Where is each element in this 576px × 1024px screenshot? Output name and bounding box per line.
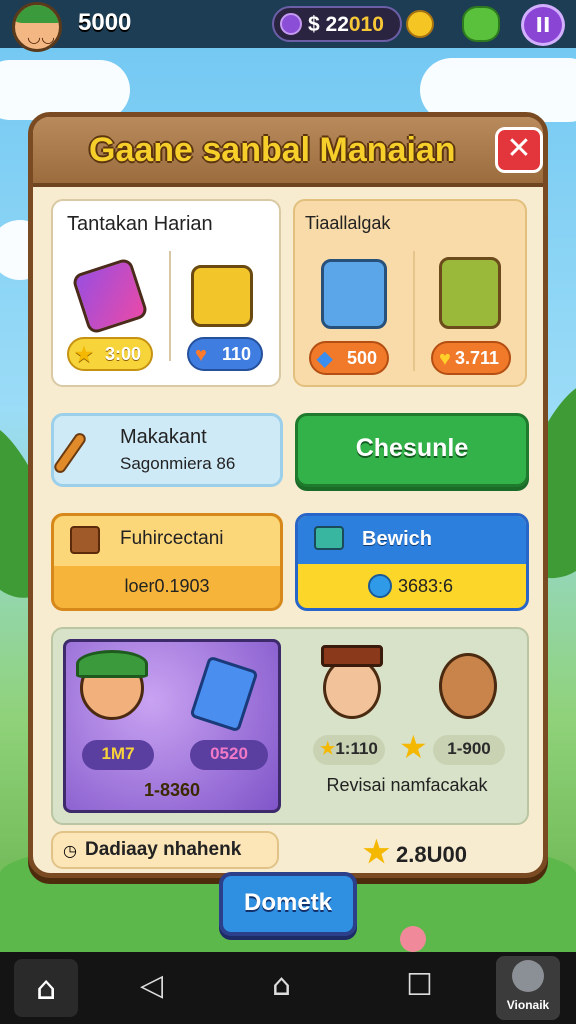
box-icon: [70, 526, 100, 554]
stat-pill: ★1:110: [313, 735, 385, 765]
home-nav-icon[interactable]: ⌂: [272, 968, 291, 1004]
cash-suffix: 010: [348, 13, 384, 36]
cash-prefix: $ 22: [308, 13, 349, 36]
character-caption: Revisai namfacakak: [326, 775, 488, 795]
fund-card[interactable]: Fuhircectani loer0.1903: [51, 513, 283, 611]
navigation-bar: ⌂ ◁ ⌂ ☐ Vionaik: [0, 952, 576, 1024]
star-icon: ★: [320, 739, 336, 758]
characters-panel: 1M7 0520 1-8360 ★1:110 1-900 ★ Revisai n…: [51, 627, 529, 825]
backpack-icon[interactable]: [321, 259, 387, 329]
star-total-value: 2.8U00: [396, 842, 467, 867]
dialog-header: Gaane sanbal Manaian ✕: [33, 117, 543, 187]
bewich-card-value: 3683:6: [398, 576, 454, 596]
search-card-subtitle: Sagonmiera 86: [120, 454, 236, 473]
divider: [413, 251, 415, 371]
price-value: 3.711: [454, 348, 499, 368]
bundle-offer-title: Tiaallalgak: [305, 213, 391, 233]
clock-icon: ◷: [63, 841, 77, 860]
stat-value: 1M7: [101, 744, 135, 763]
character-card-right[interactable]: ★1:110 1-900 ★ Revisai namfacakak: [293, 639, 521, 813]
dialog-title: Gaane sanbal Manaian: [89, 131, 456, 169]
character-card-left[interactable]: 1M7 0520 1-8360: [63, 639, 281, 813]
daily-reminder[interactable]: ◷ Dadiaay nhahenk: [51, 831, 279, 869]
check-button[interactable]: Chesunle: [295, 413, 529, 487]
star-icon: ★: [363, 836, 390, 869]
price-pill[interactable]: ♥ 110: [187, 337, 263, 371]
gem-icon: ◆: [317, 348, 333, 370]
app-shortcut-label: Vionaik: [506, 998, 550, 1012]
chest-icon[interactable]: [191, 265, 253, 327]
player-avatar[interactable]: ◡◡: [12, 2, 62, 52]
price-value: 500: [346, 348, 377, 368]
stat-value: 1-900: [447, 739, 491, 758]
gem-icon[interactable]: [462, 6, 500, 42]
home-icon[interactable]: ⌂: [14, 959, 78, 1017]
divider: [169, 251, 171, 361]
gift-icon[interactable]: [70, 256, 150, 336]
check-button-label: Chesunle: [355, 434, 469, 462]
stat-pill: 1-900: [433, 735, 505, 765]
price-value: 110: [221, 344, 251, 364]
star-icon: ★: [399, 728, 428, 766]
close-button[interactable]: ✕: [495, 127, 543, 173]
recents-icon[interactable]: ☐: [406, 968, 433, 1004]
top-hat-icon: [321, 645, 383, 667]
stat-value: 1:110: [335, 739, 378, 758]
price-pill[interactable]: ◆ 500: [309, 341, 389, 375]
search-card[interactable]: Makakant Sagonmiera 86: [51, 413, 283, 487]
daily-reminder-label: Dadiaay nhahenk: [85, 839, 242, 860]
shop-dialog: Gaane sanbal Manaian ✕ Tantakan Harian ★…: [28, 112, 548, 878]
orb-icon: [368, 574, 392, 598]
brush-icon: [51, 430, 89, 476]
smile-icon: ◡◡: [27, 27, 55, 46]
key-icon: [189, 655, 259, 733]
star-total: ★ 2.8U00: [363, 835, 467, 870]
cap-icon: [76, 650, 148, 678]
heart-icon: ♥: [439, 348, 451, 370]
cart-icon: [314, 526, 344, 550]
app-shortcut[interactable]: Vionaik: [496, 956, 560, 1020]
fund-card-value: loer0.1903: [124, 576, 210, 596]
monkey-avatar: [439, 653, 497, 719]
bewich-card-title: Bewich: [362, 528, 433, 550]
price-pill[interactable]: ★ 3:00: [67, 337, 153, 371]
heart-icon: ♥: [195, 344, 207, 366]
monkey-icon: [512, 960, 544, 992]
stat-value: 0520: [210, 744, 248, 763]
cash-balance[interactable]: $ 22010: [272, 6, 402, 42]
back-icon[interactable]: ◁: [140, 968, 163, 1004]
location-pin-icon: [280, 13, 302, 35]
daily-offer-title: Tantakan Harian: [67, 213, 213, 235]
stat-pill: 1M7: [82, 740, 154, 770]
coin-stack-icon[interactable]: [406, 10, 434, 38]
stat-pill: 0520: [190, 740, 268, 770]
hat-icon: [15, 5, 59, 23]
bundle-offer-card: Tiaallalgak ◆ 500 ♥ 3.711: [293, 199, 527, 387]
pause-button[interactable]: II: [521, 4, 565, 46]
coin-count: 5000: [78, 9, 132, 36]
price-value: 3:00: [104, 344, 141, 364]
star-icon: ★: [75, 344, 93, 366]
bewich-card[interactable]: Bewich 3683:6: [295, 513, 529, 611]
daily-offer-card: Tantakan Harian ★ 3:00 ♥ 110: [51, 199, 281, 387]
fund-card-title: Fuhircectani: [120, 528, 224, 549]
bag-icon[interactable]: [439, 257, 501, 329]
cloud: [0, 60, 130, 120]
confirm-button[interactable]: Dometk: [219, 872, 357, 936]
top-bar: ◡◡ 5000 $ 22010 II: [0, 0, 576, 52]
character-total: 1-8360: [143, 780, 201, 800]
cash-amount: $ 22010: [308, 13, 384, 37]
flower: [400, 926, 426, 952]
price-pill[interactable]: ♥ 3.711: [431, 341, 511, 375]
search-card-title: Makakant: [120, 426, 207, 448]
